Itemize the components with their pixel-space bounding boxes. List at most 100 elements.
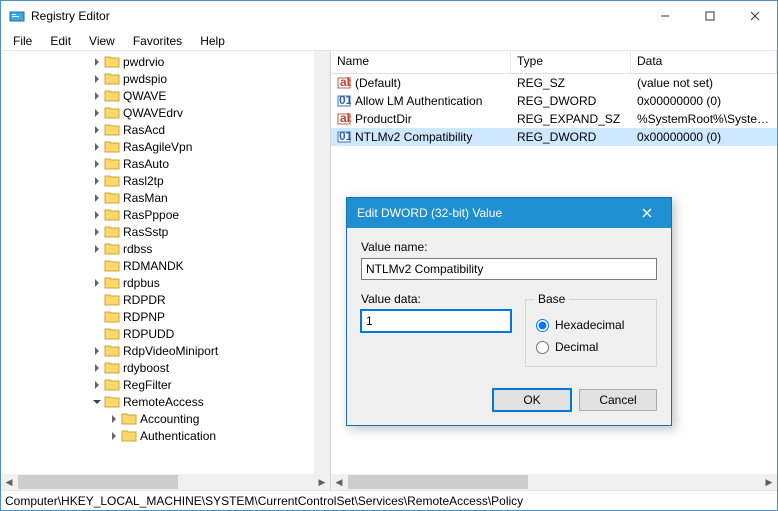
value-data-input[interactable] — [361, 310, 511, 332]
expander-empty — [90, 310, 104, 324]
tree-item[interactable]: RdpVideoMiniport — [5, 342, 314, 359]
menu-favorites[interactable]: Favorites — [125, 32, 190, 50]
list-row[interactable]: abProductDirREG_EXPAND_SZ%SystemRoot%\Sy… — [331, 110, 777, 128]
tree-item[interactable]: pwdspio — [5, 70, 314, 87]
edit-dword-dialog: Edit DWORD (32-bit) Value Value name: Va… — [346, 197, 672, 426]
menu-help[interactable]: Help — [192, 32, 233, 50]
chevron-right-icon[interactable] — [90, 123, 104, 137]
tree-horizontal-scrollbar[interactable]: ◀ ▶ — [1, 474, 330, 490]
maximize-button[interactable] — [687, 1, 732, 31]
chevron-right-icon[interactable] — [90, 89, 104, 103]
chevron-right-icon[interactable] — [90, 106, 104, 120]
chevron-right-icon[interactable] — [90, 191, 104, 205]
tree-item[interactable]: Authentication — [5, 427, 314, 444]
list-row[interactable]: ab(Default)REG_SZ(value not set) — [331, 74, 777, 92]
decimal-radio[interactable] — [536, 341, 549, 354]
cancel-button[interactable]: Cancel — [579, 389, 657, 411]
scroll-left-icon[interactable]: ◀ — [331, 474, 347, 490]
list-row[interactable]: 011NTLMv2 CompatibilityREG_DWORD0x000000… — [331, 128, 777, 146]
dialog-titlebar[interactable]: Edit DWORD (32-bit) Value — [347, 198, 671, 228]
menu-file[interactable]: File — [5, 32, 40, 50]
column-header-data[interactable]: Data — [631, 51, 777, 73]
tree-item[interactable]: QWAVE — [5, 87, 314, 104]
tree-item-label: RasAcd — [123, 123, 165, 137]
tree-item[interactable]: RemoteAccess — [5, 393, 314, 410]
window-title: Registry Editor — [31, 9, 642, 23]
tree-item[interactable]: RasMan — [5, 189, 314, 206]
column-header-name[interactable]: Name — [331, 51, 511, 73]
tree-item-label: pwdrvio — [123, 55, 164, 69]
tree-item[interactable]: rdbss — [5, 240, 314, 257]
tree-item-label: QWAVE — [123, 89, 166, 103]
close-button[interactable] — [732, 1, 777, 31]
value-name: (Default) — [355, 76, 401, 90]
tree-item[interactable]: RasAgileVpn — [5, 138, 314, 155]
value-name: Allow LM Authentication — [355, 94, 482, 108]
list-header: Name Type Data — [331, 51, 777, 74]
tree-item[interactable]: QWAVEdrv — [5, 104, 314, 121]
registry-editor-window: Registry Editor FileEditViewFavoritesHel… — [0, 0, 778, 511]
tree-item[interactable]: RDPNP — [5, 308, 314, 325]
chevron-right-icon[interactable] — [90, 72, 104, 86]
chevron-right-icon[interactable] — [90, 378, 104, 392]
chevron-down-icon[interactable] — [90, 395, 104, 409]
tree-item[interactable]: Rasl2tp — [5, 172, 314, 189]
chevron-right-icon[interactable] — [90, 276, 104, 290]
menu-edit[interactable]: Edit — [42, 32, 79, 50]
folder-icon — [104, 123, 120, 137]
expander-empty — [90, 293, 104, 307]
hex-radio[interactable] — [536, 319, 549, 332]
svg-text:011: 011 — [339, 130, 351, 143]
tree-item[interactable]: Accounting — [5, 410, 314, 427]
tree-item[interactable]: RasAuto — [5, 155, 314, 172]
chevron-right-icon[interactable] — [90, 208, 104, 222]
folder-icon — [104, 378, 120, 392]
value-name-label: Value name: — [361, 240, 657, 254]
tree-item[interactable]: RegFilter — [5, 376, 314, 393]
chevron-right-icon[interactable] — [90, 55, 104, 69]
list-horizontal-scrollbar[interactable]: ◀ ▶ — [331, 474, 777, 490]
chevron-right-icon[interactable] — [90, 344, 104, 358]
chevron-right-icon[interactable] — [90, 361, 104, 375]
base-legend: Base — [534, 292, 569, 306]
tree-item-label: Rasl2tp — [123, 174, 164, 188]
tree-item[interactable]: RasPppoe — [5, 206, 314, 223]
tree-item[interactable]: RDPDR — [5, 291, 314, 308]
scroll-right-icon[interactable]: ▶ — [314, 474, 330, 490]
tree-item[interactable]: RDMANDK — [5, 257, 314, 274]
tree-scroll-thumb[interactable] — [18, 475, 178, 489]
chevron-right-icon[interactable] — [90, 174, 104, 188]
tree-item[interactable]: RDPUDD — [5, 325, 314, 342]
folder-icon — [104, 293, 120, 307]
menu-view[interactable]: View — [81, 32, 123, 50]
tree-item[interactable]: rdpbus — [5, 274, 314, 291]
chevron-right-icon[interactable] — [90, 225, 104, 239]
tree-vertical-scrollbar[interactable] — [314, 51, 330, 474]
tree-scroll[interactable]: pwdrviopwdspio QWAVEQWAVEdrv RasAcdRasAgil… — [1, 51, 314, 474]
list-scroll-thumb[interactable] — [348, 475, 528, 489]
chevron-right-icon[interactable] — [90, 140, 104, 154]
tree-item[interactable]: RasSstp — [5, 223, 314, 240]
tree-item[interactable]: RasAcd — [5, 121, 314, 138]
minimize-button[interactable] — [642, 1, 687, 31]
tree-item-label: rdpbus — [123, 276, 160, 290]
scroll-right-icon[interactable]: ▶ — [761, 474, 777, 490]
column-header-type[interactable]: Type — [511, 51, 631, 73]
chevron-right-icon[interactable] — [90, 242, 104, 256]
ok-button[interactable]: OK — [493, 389, 571, 411]
tree-item[interactable]: pwdrvio — [5, 53, 314, 70]
value-data-label: Value data: — [361, 292, 511, 306]
scroll-left-icon[interactable]: ◀ — [1, 474, 17, 490]
menubar: FileEditViewFavoritesHelp — [1, 31, 777, 51]
folder-icon — [104, 395, 120, 409]
chevron-right-icon[interactable] — [107, 429, 121, 443]
dialog-close-button[interactable] — [633, 198, 661, 228]
chevron-right-icon[interactable] — [107, 412, 121, 426]
titlebar: Registry Editor — [1, 1, 777, 31]
hex-label: Hexadecimal — [555, 318, 624, 332]
chevron-right-icon[interactable] — [90, 157, 104, 171]
tree-item[interactable]: rdyboost — [5, 359, 314, 376]
folder-icon — [104, 344, 120, 358]
list-row[interactable]: 011Allow LM AuthenticationREG_DWORD0x000… — [331, 92, 777, 110]
value-name-input[interactable] — [361, 258, 657, 280]
